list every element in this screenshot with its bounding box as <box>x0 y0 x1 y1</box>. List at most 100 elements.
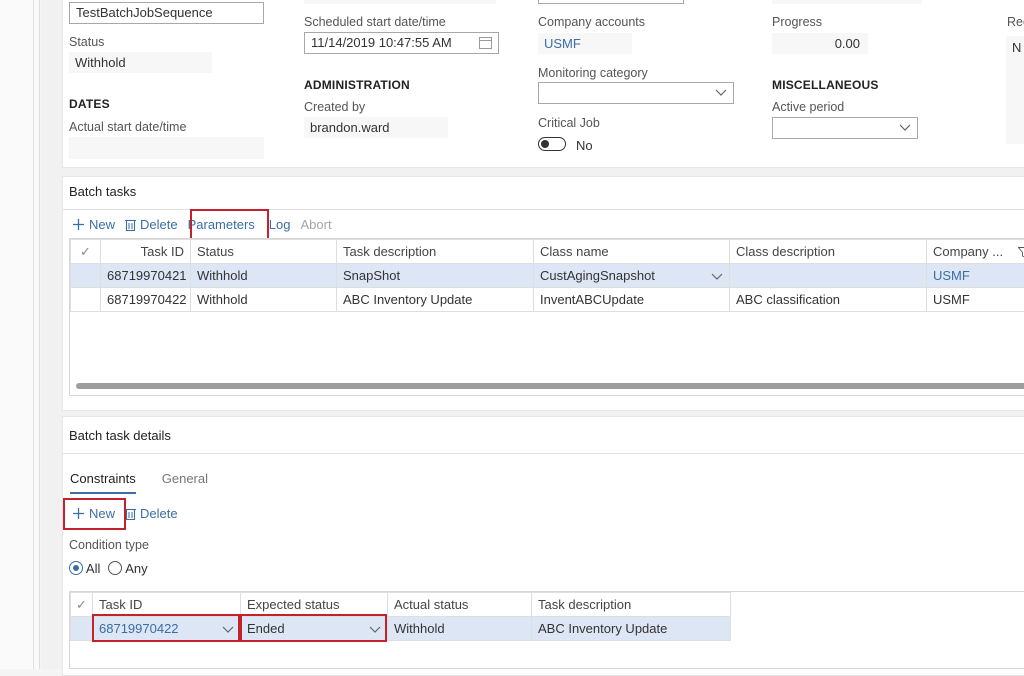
class-description-cell: ABC classification <box>730 288 927 312</box>
miscellaneous-heading: MISCELLANEOUS <box>772 78 879 92</box>
condition-option-all[interactable]: All <box>69 561 100 576</box>
column-header-task-id[interactable]: Task ID <box>93 593 241 617</box>
left-navigation-rail <box>0 0 40 669</box>
field-cutoff-top <box>304 0 496 4</box>
horizontal-scrollbar[interactable] <box>76 383 1024 389</box>
critical-job-value: No <box>576 138 593 153</box>
scheduled-start-value: 11/14/2019 10:47:55 AM <box>311 35 452 50</box>
actual-start-label: Actual start date/time <box>69 120 186 134</box>
company-cell: USMF <box>927 288 1024 312</box>
active-period-dropdown[interactable] <box>772 117 918 139</box>
toggle-switch-icon <box>538 137 566 151</box>
select-all-checkbox[interactable]: ✓ <box>71 240 101 264</box>
trash-icon <box>125 218 136 231</box>
row-select[interactable] <box>71 288 101 312</box>
actual-start-value <box>69 137 264 159</box>
condition-option-any[interactable]: Any <box>108 561 147 576</box>
class-name-cell: InventABCUpdate <box>534 288 730 312</box>
grid-header-row: ✓ Task ID Expected status Actual status … <box>71 593 731 617</box>
new-constraint-highlight-box <box>63 498 126 530</box>
column-header-status[interactable]: Status <box>191 240 337 264</box>
class-name-cell[interactable]: CustAgingSnapshot <box>534 264 730 288</box>
status-cell: Withhold <box>191 288 337 312</box>
expected-status-highlight-box <box>240 614 387 642</box>
class-description-cell <box>730 264 927 288</box>
details-tabs: Constraints General <box>70 471 208 494</box>
calendar-icon[interactable] <box>479 37 492 49</box>
progress-label: Progress <box>772 15 822 29</box>
task-description-cell[interactable]: SnapShot <box>337 264 534 288</box>
actual-status-cell: Withhold <box>388 617 532 641</box>
task-id-cell: 68719970421 <box>101 264 191 288</box>
task-id-cell: 68719970422 <box>101 288 191 312</box>
created-by-value: brandon.ward <box>304 117 448 138</box>
field-cutoff-top-2 <box>772 0 922 4</box>
batch-task-details-title[interactable]: Batch task details <box>69 428 171 443</box>
class-name-value: CustAgingSnapshot <box>540 268 655 283</box>
delete-label: Delete <box>140 217 178 232</box>
chevron-down-icon[interactable] <box>711 270 723 282</box>
delete-task-button[interactable]: Delete <box>125 217 178 232</box>
column-header-class-description[interactable]: Class description <box>730 240 927 264</box>
column-header-task-id[interactable]: Task ID <box>101 240 191 264</box>
table-row[interactable]: 68719970422 Withhold ABC Inventory Updat… <box>71 288 1024 312</box>
task-description-cell: ABC Inventory Update <box>532 617 731 641</box>
administration-heading: ADMINISTRATION <box>304 78 410 92</box>
option-label: All <box>86 561 100 576</box>
company-accounts-label: Company accounts <box>538 15 645 29</box>
active-period-label: Active period <box>772 100 844 114</box>
critical-job-toggle[interactable]: No <box>538 136 608 154</box>
progress-value: 0.00 <box>772 33 868 54</box>
condition-type-label: Condition type <box>69 538 149 552</box>
divider <box>62 453 1024 454</box>
recurrence-value-partial: N <box>1006 36 1024 144</box>
status-value: Withhold <box>69 52 212 73</box>
column-header-expected-status[interactable]: Expected status <box>241 593 388 617</box>
grid-header-row: ✓ Task ID Status Task description Class … <box>71 240 1024 264</box>
monitoring-category-dropdown[interactable] <box>538 82 734 104</box>
status-label: Status <box>69 35 104 49</box>
condition-type-radio-group: All Any <box>69 561 148 576</box>
column-header-class-name[interactable]: Class name <box>534 240 730 264</box>
batch-tasks-grid: ✓ Task ID Status Task description Class … <box>69 238 1024 396</box>
row-select[interactable] <box>71 264 101 288</box>
company-accounts-value[interactable]: USMF <box>538 33 632 54</box>
scheduled-start-input[interactable]: 11/14/2019 10:47:55 AM <box>304 32 499 54</box>
radio-selected-icon <box>69 561 83 575</box>
tab-constraints[interactable]: Constraints <box>70 471 136 494</box>
tab-general[interactable]: General <box>162 471 208 494</box>
option-label: Any <box>125 561 147 576</box>
column-header-task-description[interactable]: Task description <box>337 240 534 264</box>
dates-heading: DATES <box>69 97 110 111</box>
chevron-down-icon <box>715 86 727 98</box>
column-header-task-description[interactable]: Task description <box>532 593 731 617</box>
batch-tasks-title[interactable]: Batch tasks <box>69 184 136 199</box>
job-description-input[interactable]: TestBatchJobSequence <box>69 2 264 24</box>
column-header-actual-status[interactable]: Actual status <box>388 593 532 617</box>
monitoring-category-label: Monitoring category <box>538 66 648 80</box>
task-id-highlight-box <box>92 614 240 642</box>
delete-constraint-button[interactable]: Delete <box>125 506 178 521</box>
table-row[interactable]: 68719970421 Withhold SnapShot CustAgingS… <box>71 264 1024 288</box>
filter-icon[interactable] <box>1018 247 1024 258</box>
log-button[interactable]: Log <box>269 217 291 232</box>
plus-icon <box>72 218 85 231</box>
delete-label: Delete <box>140 506 178 521</box>
company-cell[interactable]: USMF <box>927 264 1024 288</box>
new-label: New <box>89 217 115 232</box>
radio-unselected-icon <box>108 561 122 575</box>
chevron-down-icon <box>899 121 911 133</box>
row-select[interactable] <box>71 617 93 641</box>
new-task-button[interactable]: New <box>72 217 115 232</box>
task-description-cell: ABC Inventory Update <box>337 288 534 312</box>
trash-icon <box>125 507 136 520</box>
select-all-checkbox[interactable]: ✓ <box>71 593 93 617</box>
abort-button[interactable]: Abort <box>301 217 332 232</box>
status-cell: Withhold <box>191 264 337 288</box>
field-cutoff-top-dropdown[interactable] <box>538 0 684 4</box>
created-by-label: Created by <box>304 100 365 114</box>
critical-job-label: Critical Job <box>538 116 600 130</box>
recurrence-label-partial: Rec <box>1007 15 1024 29</box>
column-header-company[interactable]: Company ... <box>927 240 1024 264</box>
scheduled-start-label: Scheduled start date/time <box>304 15 446 29</box>
